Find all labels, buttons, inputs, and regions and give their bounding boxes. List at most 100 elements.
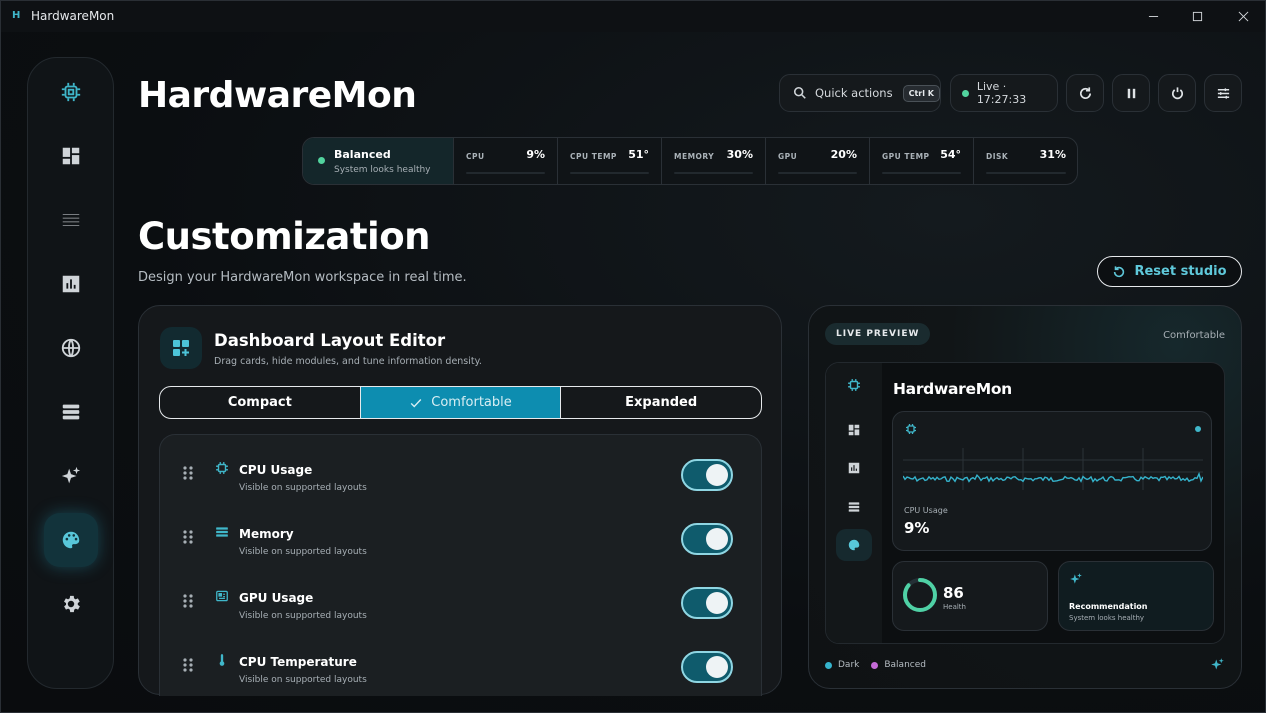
module-row: CPU Temperature Visible on supported lay… — [160, 627, 761, 691]
reset-studio-button[interactable]: Reset studio — [1097, 256, 1242, 287]
metric-cpu-temp: CPU TEMP 51° — [558, 138, 662, 184]
preview-sidebar — [826, 363, 882, 643]
refresh-icon — [1079, 86, 1091, 99]
quick-actions-label: Quick actions — [815, 86, 893, 100]
sidebar-item-overview[interactable] — [44, 65, 98, 119]
power-button[interactable] — [1158, 74, 1196, 112]
metric-value: 30% — [726, 148, 753, 161]
legend-dot — [871, 661, 879, 669]
density-compact[interactable]: Compact — [160, 387, 361, 418]
live-dot — [962, 89, 969, 97]
metric-name: DISK — [986, 152, 1009, 161]
metric-name: CPU — [466, 152, 485, 161]
sidebar-item-settings[interactable] — [44, 577, 98, 631]
chart-icon — [62, 275, 80, 293]
pause-button[interactable] — [1112, 74, 1150, 112]
module-toggle-cpu-temperature[interactable] — [681, 651, 733, 683]
density-comfortable[interactable]: Comfortable — [360, 387, 562, 418]
sidebar-item-processes[interactable] — [44, 193, 98, 247]
metric-gpu-temp: GPU TEMP 54° — [870, 138, 974, 184]
live-preview-badge: LIVE PREVIEW — [825, 323, 931, 345]
metric-bar — [674, 172, 753, 174]
memory-icon — [216, 527, 228, 537]
state-sub: System looks healthy — [334, 165, 431, 175]
window-title: HardwareMon — [31, 9, 115, 23]
gpu-icon — [216, 590, 228, 602]
metric-bar — [466, 172, 545, 174]
metric-name: CPU TEMP — [570, 152, 617, 161]
module-row: CPU Usage Visible on supported layouts — [160, 435, 761, 499]
storage-icon — [62, 404, 80, 420]
metric-name: GPU — [778, 152, 798, 161]
drag-handle-icon[interactable] — [182, 529, 194, 545]
module-toggle-cpu-usage[interactable] — [681, 459, 733, 491]
preview-cpu-label: CPU Usage — [904, 506, 948, 515]
recommendation-title: Recommendation — [1069, 602, 1148, 611]
close-icon — [1238, 11, 1248, 22]
toggle-knob — [706, 528, 728, 550]
minimize-button[interactable] — [1130, 1, 1176, 32]
preview-status-dot — [1195, 426, 1201, 432]
sidebar-item-dashboard[interactable] — [44, 129, 98, 183]
state-label: Balanced — [334, 148, 391, 161]
drag-handle-icon[interactable] — [182, 657, 194, 673]
module-sub: Visible on supported layouts — [239, 675, 367, 685]
power-icon — [1171, 86, 1183, 99]
refresh-button[interactable] — [1066, 74, 1104, 112]
live-preview-panel: LIVE PREVIEW Comfortable HardwareMon CPU… — [808, 305, 1242, 689]
reset-studio-label: Reset studio — [1134, 264, 1227, 279]
sparkles-icon — [1211, 658, 1224, 670]
app-window: H HardwareMon HardwareMon Quick actions … — [0, 0, 1266, 713]
layout-editor-panel: Dashboard Layout Editor Drag cards, hide… — [138, 305, 782, 696]
sparkles-icon — [61, 466, 81, 484]
cpu-sparkline — [903, 448, 1203, 490]
density-label: Compact — [227, 395, 292, 410]
module-toggle-gpu-usage[interactable] — [681, 587, 733, 619]
status-strip: Balanced System looks healthy CPU 9% CPU… — [302, 137, 1078, 185]
preview-dashboard-icon — [836, 414, 872, 446]
quick-actions-button[interactable]: Quick actions Ctrl K — [779, 74, 941, 112]
live-status: Live · 17:27:33 — [950, 74, 1058, 112]
preview-cpu-value: 9% — [904, 519, 930, 537]
sidebar-item-analytics[interactable] — [44, 257, 98, 311]
health-label: Health — [943, 603, 966, 611]
preview-chart-icon — [836, 452, 872, 484]
module-list: CPU Usage Visible on supported layouts M… — [159, 434, 762, 696]
close-button[interactable] — [1220, 1, 1265, 32]
metric-cpu: CPU 9% — [454, 138, 558, 184]
metric-value: 51° — [628, 148, 649, 161]
toggle-knob — [706, 592, 728, 614]
sidebar-item-customization[interactable] — [44, 513, 98, 567]
module-title: GPU Usage — [239, 591, 314, 605]
preview-health-card: 86 Health — [892, 561, 1048, 631]
drag-handle-icon[interactable] — [182, 465, 194, 481]
metric-value: 20% — [830, 148, 857, 161]
sliders-icon — [1217, 87, 1229, 99]
thermometer-icon — [219, 654, 225, 666]
sidebar-item-insights[interactable] — [44, 449, 98, 503]
settings-sliders-button[interactable] — [1204, 74, 1242, 112]
metric-memory: MEMORY 30% — [662, 138, 766, 184]
pause-icon — [1127, 88, 1135, 98]
sidebar-item-storage[interactable] — [44, 385, 98, 439]
preview-chip-icon — [836, 369, 872, 401]
toggle-knob — [706, 464, 728, 486]
sidebar-item-network[interactable] — [44, 321, 98, 375]
metric-bar — [778, 172, 857, 174]
preview-app-title: HardwareMon — [893, 380, 1012, 398]
metric-gpu: GPU 20% — [766, 138, 870, 184]
editor-subtitle: Drag cards, hide modules, and tune infor… — [214, 356, 482, 367]
legend-dot — [825, 661, 832, 669]
layout-add-icon — [160, 327, 202, 369]
module-toggle-memory[interactable] — [681, 523, 733, 555]
page-subtitle: Design your HardwareMon workspace in rea… — [138, 270, 467, 285]
module-row: GPU Usage Visible on supported layouts — [160, 563, 761, 627]
density-expanded[interactable]: Expanded — [561, 387, 761, 418]
chip-icon — [216, 462, 228, 474]
toggle-knob — [706, 656, 728, 678]
maximize-button[interactable] — [1174, 1, 1220, 32]
drag-handle-icon[interactable] — [182, 593, 194, 609]
minimize-icon — [1148, 16, 1158, 17]
live-label: Live · 17:27:33 — [976, 80, 1027, 106]
preview-frame: HardwareMon CPU Usage 9% 86 Health Recom… — [825, 362, 1225, 644]
